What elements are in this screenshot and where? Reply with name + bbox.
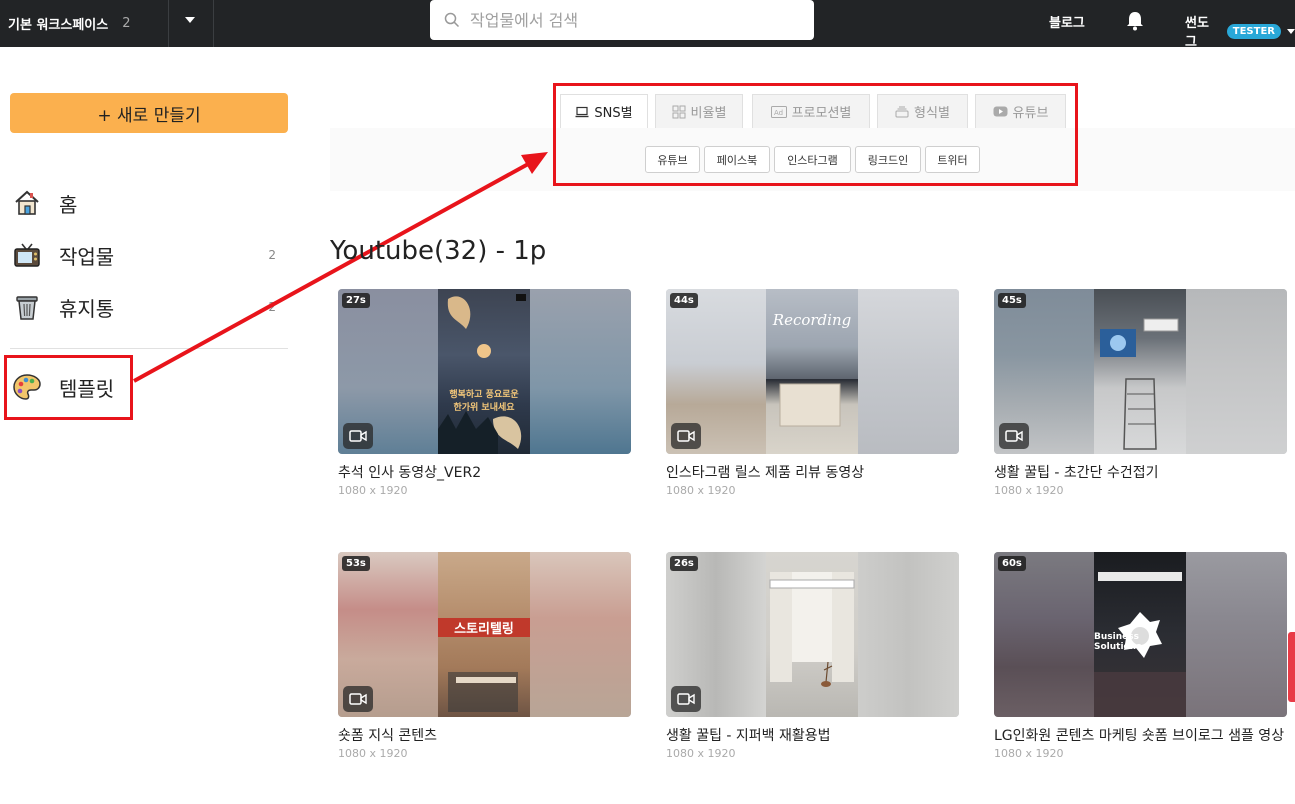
trash-icon: [12, 292, 42, 322]
card-title[interactable]: 생활 꿀팁 - 초간단 수건접기: [994, 464, 1287, 482]
thumb-text: 한가위 보내세요: [453, 403, 515, 413]
card-title[interactable]: 생활 꿀팁 - 지퍼백 재활용법: [666, 727, 959, 745]
workspace-name: 기본 워크스페이스: [8, 18, 109, 33]
template-card[interactable]: Business Solutions 60s LG인화원 콘텐츠 마케팅 숏폼 …: [994, 552, 1287, 760]
highlight-box: [553, 83, 1078, 186]
card-size: 1080 x 1920: [666, 747, 736, 760]
duration-badge: 53s: [342, 556, 370, 571]
sidebar-item-label: 휴지통: [59, 296, 115, 321]
blog-link[interactable]: 블로그: [1049, 12, 1085, 31]
thumbnail[interactable]: 26s: [666, 552, 959, 717]
sidebar-item-label: 홈: [59, 192, 78, 217]
sidebar-item-count: 2: [268, 248, 276, 262]
duration-badge: 27s: [342, 293, 370, 308]
card-size: 1080 x 1920: [994, 747, 1064, 760]
thumb-text: Recording: [772, 311, 852, 329]
video-icon: [343, 423, 373, 449]
video-icon: [999, 423, 1029, 449]
user-menu[interactable]: 썬도그 TESTER: [1185, 12, 1295, 50]
thumb-text: Business Solutions: [1094, 632, 1142, 652]
thumbnail[interactable]: Recording 44s: [666, 289, 959, 454]
divider: [168, 0, 169, 47]
card-size: 1080 x 1920: [666, 484, 736, 497]
chevron-down-icon[interactable]: [185, 17, 195, 23]
bell-icon[interactable]: [1126, 11, 1144, 35]
card-size: 1080 x 1920: [338, 484, 408, 497]
thumbnail[interactable]: 45s: [994, 289, 1287, 454]
thumbnail[interactable]: Business Solutions 60s: [994, 552, 1287, 717]
thumb-text: 행복하고 풍요로운: [449, 390, 519, 400]
sidebar-item-home[interactable]: 홈: [12, 185, 288, 221]
card-title[interactable]: 숏폼 지식 콘텐츠: [338, 727, 631, 745]
workspace-count: 2: [122, 16, 131, 31]
new-create-button[interactable]: + 새로 만들기: [10, 93, 288, 133]
search-input[interactable]: [470, 10, 790, 30]
duration-badge: 45s: [998, 293, 1026, 308]
card-title[interactable]: 인스타그램 릴스 제품 리뷰 동영상: [666, 464, 959, 482]
highlight-box: [4, 355, 133, 420]
video-icon: [671, 423, 701, 449]
sidebar-item-label: 작업물: [59, 244, 115, 269]
template-card[interactable]: 45s 생활 꿀팁 - 초간단 수건접기 1080 x 1920: [994, 289, 1287, 497]
thumbnail[interactable]: 스토리텔링 53s: [338, 552, 631, 717]
thumb-text: 스토리텔링: [438, 618, 530, 637]
card-size: 1080 x 1920: [338, 747, 408, 760]
video-icon: [343, 686, 373, 712]
template-card[interactable]: 26s 생활 꿀팁 - 지퍼백 재활용법 1080 x 1920: [666, 552, 959, 760]
template-card[interactable]: 스토리텔링 53s 숏폼 지식 콘텐츠 1080 x 1920: [338, 552, 631, 760]
card-title[interactable]: LG인화원 콘텐츠 마케팅 숏폼 브이로그 샘플 영상: [994, 727, 1287, 745]
sidebar-item-works[interactable]: 작업물 2: [12, 237, 288, 273]
card-size: 1080 x 1920: [994, 484, 1064, 497]
sidebar-item-trash[interactable]: 휴지통 2: [12, 289, 288, 325]
sidebar-item-count: 2: [268, 300, 276, 314]
duration-badge: 60s: [998, 556, 1026, 571]
house-icon: [12, 188, 42, 218]
template-card[interactable]: Recording 44s 인스타그램 릴스 제품 리뷰 동영상 1080 x …: [666, 289, 959, 497]
username: 썬도그: [1185, 16, 1209, 50]
side-handle[interactable]: [1288, 632, 1295, 702]
tv-icon: [12, 240, 42, 270]
chevron-down-icon: [1287, 28, 1295, 34]
card-title[interactable]: 추석 인사 동영상_VER2: [338, 464, 631, 482]
duration-badge: 44s: [670, 293, 698, 308]
duration-badge: 26s: [670, 556, 698, 571]
divider: [213, 0, 214, 47]
template-card[interactable]: 행복하고 풍요로운 한가위 보내세요 27s 추석 인사 동영상_VER2 10…: [338, 289, 631, 497]
sidebar-divider: [10, 348, 288, 349]
thumbnail[interactable]: 행복하고 풍요로운 한가위 보내세요 27s: [338, 289, 631, 454]
video-icon: [671, 686, 701, 712]
workspace-selector[interactable]: 기본 워크스페이스 2: [8, 0, 131, 47]
search-icon: [444, 12, 460, 28]
top-bar: 기본 워크스페이스 2 블로그 썬도그 TESTER: [0, 0, 1295, 50]
section-title: Youtube(32) - 1p: [330, 236, 547, 266]
search-box[interactable]: [430, 0, 814, 40]
status-badge: TESTER: [1226, 23, 1281, 39]
